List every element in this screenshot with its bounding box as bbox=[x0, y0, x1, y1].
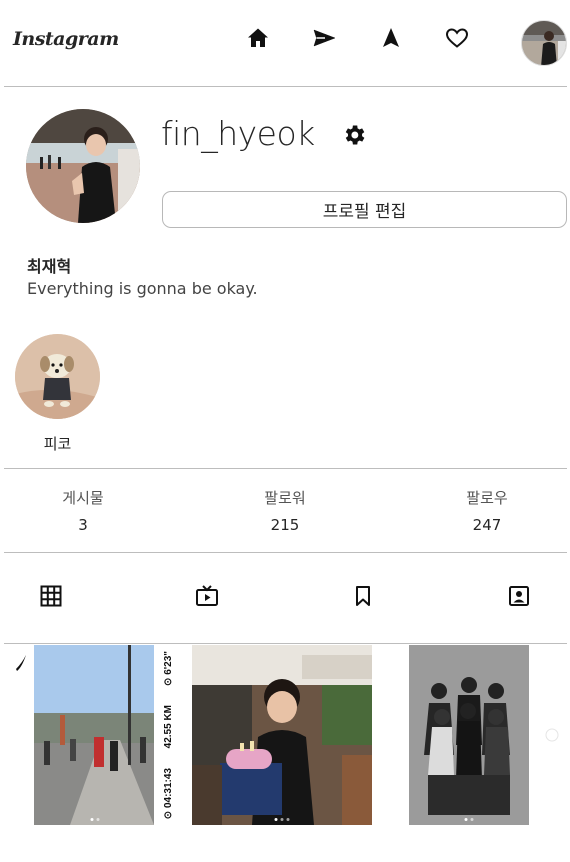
tab-saved-icon[interactable] bbox=[350, 583, 376, 609]
stats-bottom-divider bbox=[4, 552, 567, 553]
post-thumbnail[interactable] bbox=[192, 645, 372, 825]
tabs-divider bbox=[4, 643, 567, 644]
tab-tagged-icon[interactable] bbox=[506, 583, 532, 609]
heart-icon[interactable] bbox=[444, 25, 470, 51]
stats-top-divider bbox=[4, 468, 567, 469]
tab-igtv-icon[interactable] bbox=[194, 583, 220, 609]
instagram-logo[interactable]: Instagram bbox=[13, 28, 119, 50]
header-divider bbox=[4, 86, 567, 87]
profile-bio: Everything is gonna be okay. bbox=[27, 279, 258, 298]
direct-message-icon[interactable] bbox=[311, 25, 337, 51]
post-thumbnail[interactable]: ⊙ 6'23" 42.55 KM ⊙ 04:31:43 bbox=[10, 645, 180, 825]
highlight-label: 피코 bbox=[43, 435, 72, 453]
stat-followers[interactable]: 팔로워 215 bbox=[225, 487, 345, 534]
distance-text: 42.55 KM bbox=[162, 705, 174, 749]
carousel-dots bbox=[90, 818, 100, 821]
stat-value: 247 bbox=[472, 516, 502, 534]
user-avatar-small[interactable] bbox=[521, 20, 567, 66]
running-stats-overlay: ⊙ 6'23" 42.55 KM ⊙ 04:31:43 bbox=[158, 651, 178, 819]
carousel-dots bbox=[464, 818, 474, 821]
edit-profile-button[interactable]: 프로필 편집 bbox=[162, 191, 567, 228]
stat-label: 팔로워 bbox=[264, 489, 306, 507]
time-text: ⊙ 04:31:43 bbox=[162, 767, 174, 819]
settings-gear-icon[interactable] bbox=[341, 122, 367, 148]
profile-full-name: 최재혁 bbox=[27, 257, 72, 276]
home-icon[interactable] bbox=[245, 25, 271, 51]
stat-label: 게시물 bbox=[62, 489, 104, 507]
stat-value: 3 bbox=[78, 516, 88, 534]
tab-grid-icon[interactable] bbox=[38, 583, 64, 609]
pace-text: ⊙ 6'23" bbox=[162, 651, 174, 686]
top-navigation-bar: Instagram bbox=[0, 0, 570, 86]
explore-icon[interactable] bbox=[378, 25, 404, 51]
stat-value: 215 bbox=[270, 516, 300, 534]
profile-username: fin_hyeok bbox=[161, 114, 315, 153]
stat-label: 팔로우 bbox=[466, 489, 508, 507]
stat-following[interactable]: 팔로우 247 bbox=[427, 487, 547, 534]
story-highlight[interactable] bbox=[15, 334, 100, 419]
stat-posts[interactable]: 게시물 3 bbox=[23, 487, 143, 534]
carousel-dots bbox=[274, 818, 290, 821]
post-thumbnail[interactable] bbox=[384, 645, 570, 825]
profile-avatar[interactable] bbox=[26, 109, 140, 223]
